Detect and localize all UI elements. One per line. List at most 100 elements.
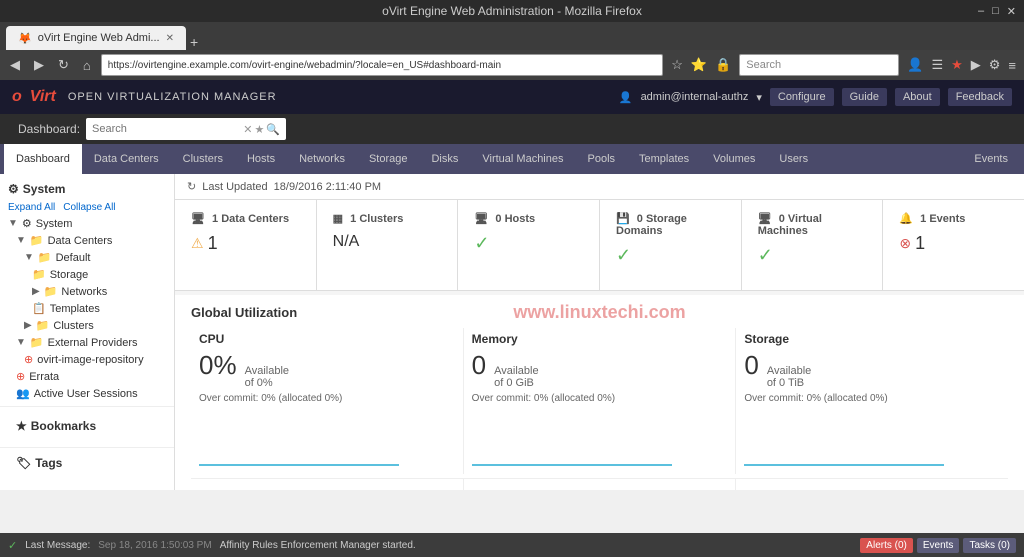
tab-networks[interactable]: Networks [287,144,357,174]
tab-pools[interactable]: Pools [576,144,628,174]
cpu-sub: Available of 0% [245,365,289,389]
search-clear-icon[interactable]: ✕ [243,123,252,136]
tree-expand-icon: ▶ [32,286,40,297]
refresh-btn[interactable]: ↻ [54,55,73,75]
stat-card-title: ▦ 1 Clusters [333,212,442,225]
sidebar-item-label: Active User Sessions [34,388,138,400]
stat-card-storage[interactable]: 💾 0 Storage Domains ✓ [600,200,742,290]
app-header: o Virt OPEN VIRTUALIZATION MANAGER 👤 adm… [0,80,1024,114]
stat-card-title: 💾 0 Storage Domains [616,212,725,237]
sidebar-item-ovirt-image-repo[interactable]: ⊕ ovirt-image-repository [0,351,174,368]
refresh-icon[interactable]: ↻ [187,180,196,193]
sidebar-item-active-sessions[interactable]: 👥 Active User Sessions [0,385,174,402]
tree-expand-icon: ▼ [16,235,26,246]
sidebar-item-templates[interactable]: 📋 Templates [0,300,174,317]
tab-dashboard[interactable]: Dashboard [4,144,82,174]
sidebar-item-external-providers[interactable]: ▼ 📁 External Providers [0,334,174,351]
tab-users[interactable]: Users [767,144,820,174]
minimize-btn[interactable]: – [978,5,984,18]
youtube-icon[interactable]: ▶ [969,55,983,75]
configure-btn[interactable]: Configure [770,88,834,106]
sidebar-item-clusters[interactable]: ▶ 📁 Clusters [0,317,174,334]
stat-card-clusters[interactable]: ▦ 1 Clusters N/A [317,200,459,290]
close-btn[interactable]: ✕ [1007,5,1016,18]
window-controls: – □ ✕ [978,5,1016,18]
forward-btn[interactable]: ▶ [30,55,48,75]
lock-icon: 🔒 [713,55,733,75]
sidebar-item-default[interactable]: ▼ 📁 Default [0,249,174,266]
util-storage: Storage 0 Available of 0 TiB Over commit… [736,328,1008,474]
tab-label: oVirt Engine Web Admi... [38,32,160,44]
extensions-icon[interactable]: ⚙ [987,55,1003,75]
status-badges: Alerts (0) Events Tasks (0) [860,538,1016,553]
tab-hosts[interactable]: Hosts [235,144,287,174]
sidebar-item-networks[interactable]: ▶ 📁 Networks [0,283,174,300]
used-row: 0% Used 0 GiB Used 0 TiB Used [191,478,1008,490]
collapse-all-btn[interactable]: Collapse All [63,202,115,213]
address-bar[interactable]: https://ovirtengine.example.com/ovirt-en… [101,54,663,76]
sidebar-item-errata[interactable]: ⊕ Errata [0,368,174,385]
back-btn[interactable]: ◀ [6,55,24,75]
tasks-badge[interactable]: Tasks (0) [963,538,1016,553]
status-message: Affinity Rules Enforcement Manager start… [220,540,416,551]
menu-icon[interactable]: ☰ [929,55,945,75]
last-updated-bar: ↻ Last Updated 18/9/2016 2:11:40 PM [175,174,1024,200]
system-label: System [23,182,66,196]
status-timestamp: Sep 18, 2016 1:50:03 PM [98,540,211,551]
stat-card-events[interactable]: 🔔 1 Events ⊗ 1 [883,200,1024,290]
tab-events[interactable]: Events [962,144,1020,174]
app-logo: o Virt [12,88,56,106]
tab-bar: 🦊 oVirt Engine Web Admi... ✕ + [0,22,1024,50]
content-area: ↻ Last Updated 18/9/2016 2:11:40 PM 🖥 1 … [175,174,1024,490]
folder-icon: 📁 [30,336,44,349]
cpu-used-value: 0% [199,487,455,490]
breadcrumb: Dashboard: [18,122,80,136]
tab-clusters[interactable]: Clusters [171,144,235,174]
bookmark-icon[interactable]: ⭐ [689,55,709,75]
ovirt-logo-text: o [12,88,22,106]
tab-storage[interactable]: Storage [357,144,420,174]
memory-chart-svg [472,415,672,470]
sidebar-item-system[interactable]: ▼ ⚙ System [0,215,174,232]
tab-disks[interactable]: Disks [419,144,470,174]
user-name: admin@internal-authz [641,91,749,103]
alerts-badge[interactable]: Alerts (0) [860,538,913,553]
title-bar: oVirt Engine Web Administration - Mozill… [0,0,1024,22]
new-tab-btn[interactable]: + [190,34,198,50]
tags-label: Tags [35,456,62,470]
stat-card-vms[interactable]: 🖥 0 Virtual Machines ✓ [742,200,884,290]
home-btn[interactable]: ⌂ [79,56,95,75]
stat-card-data-centers[interactable]: 🖥 1 Data Centers ⚠ 1 [175,200,317,290]
events-badge[interactable]: Events [917,538,960,553]
tab-templates[interactable]: Templates [627,144,701,174]
overflow-icon[interactable]: ≡ [1006,56,1018,75]
stat-card-hosts[interactable]: 🖥 0 Hosts ✓ [458,200,600,290]
tab-virtual-machines[interactable]: Virtual Machines [470,144,575,174]
tree-expand-icon: ▼ [16,337,26,348]
tab-data-centers[interactable]: Data Centers [82,144,171,174]
user-icon[interactable]: 👤 [905,55,925,75]
maximize-btn[interactable]: □ [992,5,999,18]
sidebar-item-storage[interactable]: 📁 Storage [0,266,174,283]
star-icon[interactable]: ☆ [669,55,685,75]
browser-search-bar[interactable]: Search [739,54,899,76]
guide-btn[interactable]: Guide [842,88,887,106]
about-btn[interactable]: About [895,88,940,106]
feedback-btn[interactable]: Feedback [948,88,1012,106]
folder-icon: 📁 [36,319,50,332]
sidebar-item-data-centers[interactable]: ▼ 📁 Data Centers [0,232,174,249]
browser-tab[interactable]: 🦊 oVirt Engine Web Admi... ✕ [6,26,186,50]
tab-close-btn[interactable]: ✕ [166,33,174,44]
search-bookmark-icon[interactable]: ★ [254,123,264,136]
memory-chart [472,410,728,470]
user-dropdown-icon[interactable]: ▾ [756,91,762,104]
app-title: OPEN VIRTUALIZATION MANAGER [68,91,277,103]
stat-card-title: 🖥 0 Virtual Machines [758,212,867,237]
addon-icon[interactable]: ★ [949,55,965,75]
search-input[interactable] [92,123,243,135]
expand-all-btn[interactable]: Expand All [8,202,55,213]
tab-volumes[interactable]: Volumes [701,144,767,174]
status-value: 1 [915,233,925,254]
stats-row: 🖥 1 Data Centers ⚠ 1 ▦ 1 Clusters [175,200,1024,291]
search-magnify-icon[interactable]: 🔍 [266,123,280,136]
